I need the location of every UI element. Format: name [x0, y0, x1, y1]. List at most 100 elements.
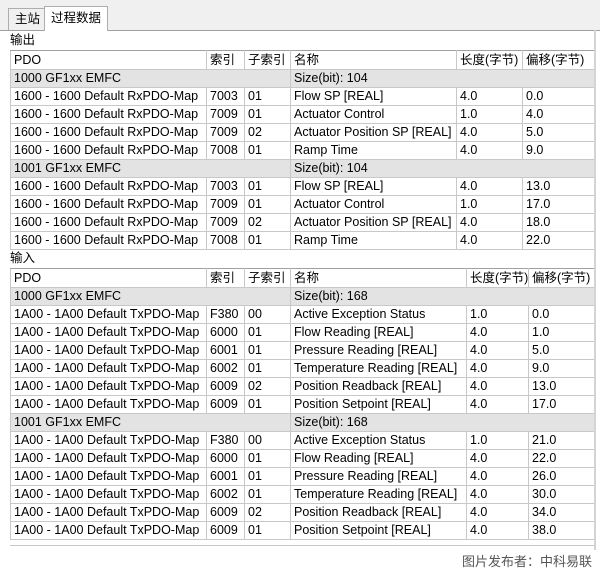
inputs-column-header[interactable]: 偏移(字节) — [528, 268, 595, 288]
offset-cell: 30.0 — [528, 485, 595, 504]
index-cell: 6001 — [206, 467, 245, 486]
table-row[interactable]: 1600 - 1600 Default RxPDO-Map 7009 01 Actua… — [10, 195, 595, 214]
name-cell: Ramp Time — [290, 231, 457, 250]
inputs-header-row: PDO 索引 子索引 名称 长度(字节) 偏移(字节) — [10, 268, 595, 288]
offset-cell: 0.0 — [528, 305, 595, 324]
length-cell: 4.0 — [456, 87, 523, 106]
length-cell: 4.0 — [466, 323, 529, 342]
group-name: 1000 GF1xx EMFC — [10, 69, 291, 88]
group-row[interactable]: 1001 GF1xx EMFC Size(bit): 168 — [10, 413, 595, 432]
name-cell: Flow Reading [REAL] — [290, 449, 467, 468]
subindex-cell: 01 — [244, 395, 291, 414]
table-row[interactable]: 1600 - 1600 Default RxPDO-Map 7009 02 Actua… — [10, 123, 595, 142]
outputs-column-header[interactable]: 名称 — [290, 50, 457, 70]
index-cell: 7003 — [206, 177, 245, 196]
offset-cell: 5.0 — [528, 341, 595, 360]
subindex-cell: 02 — [244, 377, 291, 396]
table-row[interactable]: 1600 - 1600 Default RxPDO-Map 7003 01 Flow … — [10, 87, 595, 106]
name-cell: Actuator Position SP [REAL] — [290, 123, 457, 142]
table-row[interactable]: 1A00 - 1A00 Default TxPDO-Map 6001 01 Press… — [10, 467, 595, 486]
table-row[interactable]: 1A00 - 1A00 Default TxPDO-Map 6009 02 Posit… — [10, 503, 595, 522]
pdo-cell: 1A00 - 1A00 Default TxPDO-Map — [10, 449, 207, 468]
outputs-column-header[interactable]: 偏移(字节) — [522, 50, 595, 70]
name-cell: Flow Reading [REAL] — [290, 323, 467, 342]
length-cell: 4.0 — [456, 213, 523, 232]
pdo-cell: 1A00 - 1A00 Default TxPDO-Map — [10, 431, 207, 450]
inputs-table: PDO 索引 子索引 名称 长度(字节) 偏移(字节) 1000 GF1xx EMFC Si… — [10, 268, 595, 540]
index-cell: 6000 — [206, 449, 245, 468]
pdo-cell: 1600 - 1600 Default RxPDO-Map — [10, 195, 207, 214]
tab-master[interactable]: 主站 — [8, 8, 48, 30]
inputs-column-header[interactable]: 长度(字节) — [466, 268, 529, 288]
length-cell: 4.0 — [466, 377, 529, 396]
pdo-cell: 1A00 - 1A00 Default TxPDO-Map — [10, 395, 207, 414]
subindex-cell: 00 — [244, 305, 291, 324]
length-cell: 1.0 — [466, 305, 529, 324]
table-row[interactable]: 1600 - 1600 Default RxPDO-Map 7009 01 Actua… — [10, 105, 595, 124]
outputs-column-header[interactable]: 长度(字节) — [456, 50, 523, 70]
pdo-cell: 1A00 - 1A00 Default TxPDO-Map — [10, 341, 207, 360]
index-cell: F380 — [206, 431, 245, 450]
group-row[interactable]: 1000 GF1xx EMFC Size(bit): 168 — [10, 287, 595, 306]
table-row[interactable]: 1A00 - 1A00 Default TxPDO-Map 6009 02 Posit… — [10, 377, 595, 396]
pdo-cell: 1600 - 1600 Default RxPDO-Map — [10, 213, 207, 232]
bottom-divider — [10, 545, 594, 546]
inputs-column-header[interactable]: PDO — [10, 268, 207, 288]
index-cell: 7009 — [206, 123, 245, 142]
table-row[interactable]: 1A00 - 1A00 Default TxPDO-Map 6002 01 Tempe… — [10, 485, 595, 504]
group-name: 1000 GF1xx EMFC — [10, 287, 291, 306]
vertical-scrollbar[interactable] — [594, 30, 596, 550]
name-cell: Actuator Control — [290, 195, 457, 214]
index-cell: 7009 — [206, 213, 245, 232]
index-cell: 6002 — [206, 485, 245, 504]
tab-process-data[interactable]: 过程数据 — [44, 6, 109, 31]
index-cell: 6009 — [206, 377, 245, 396]
offset-cell: 1.0 — [528, 323, 595, 342]
group-row[interactable]: 1000 GF1xx EMFC Size(bit): 104 — [10, 69, 595, 88]
name-cell: Flow SP [REAL] — [290, 177, 457, 196]
pdo-cell: 1600 - 1600 Default RxPDO-Map — [10, 105, 207, 124]
length-cell: 1.0 — [456, 195, 523, 214]
table-row[interactable]: 1A00 - 1A00 Default TxPDO-Map 6001 01 Press… — [10, 341, 595, 360]
pdo-cell: 1600 - 1600 Default RxPDO-Map — [10, 177, 207, 196]
table-row[interactable]: 1A00 - 1A00 Default TxPDO-Map 6002 01 Tempe… — [10, 359, 595, 378]
table-row[interactable]: 1A00 - 1A00 Default TxPDO-Map 6000 01 Flow … — [10, 449, 595, 468]
group-row[interactable]: 1001 GF1xx EMFC Size(bit): 104 — [10, 159, 595, 178]
name-cell: Flow SP [REAL] — [290, 87, 457, 106]
offset-cell: 9.0 — [522, 141, 595, 160]
length-cell: 4.0 — [466, 449, 529, 468]
offset-cell: 9.0 — [528, 359, 595, 378]
table-row[interactable]: 1A00 - 1A00 Default TxPDO-Map 6009 01 Posit… — [10, 521, 595, 540]
group-size: Size(bit): 168 — [290, 413, 595, 432]
inputs-column-header[interactable]: 子索引 — [244, 268, 291, 288]
group-size: Size(bit): 104 — [290, 69, 595, 88]
length-cell: 4.0 — [466, 395, 529, 414]
table-row[interactable]: 1A00 - 1A00 Default TxPDO-Map 6000 01 Flow … — [10, 323, 595, 342]
inputs-label: 输入 — [10, 251, 36, 265]
group-name: 1001 GF1xx EMFC — [10, 159, 291, 178]
subindex-cell: 01 — [244, 141, 291, 160]
outputs-column-header[interactable]: 子索引 — [244, 50, 291, 70]
group-size: Size(bit): 104 — [290, 159, 595, 178]
watermark: 图片发布者：中科易联 — [461, 554, 592, 569]
outputs-column-header[interactable]: PDO — [10, 50, 207, 70]
table-row[interactable]: 1A00 - 1A00 Default TxPDO-Map F380 00 Activ… — [10, 431, 595, 450]
pdo-cell: 1A00 - 1A00 Default TxPDO-Map — [10, 485, 207, 504]
pdo-cell: 1600 - 1600 Default RxPDO-Map — [10, 141, 207, 160]
table-row[interactable]: 1A00 - 1A00 Default TxPDO-Map F380 00 Activ… — [10, 305, 595, 324]
outputs-column-header[interactable]: 索引 — [206, 50, 245, 70]
name-cell: Temperature Reading [REAL] — [290, 359, 467, 378]
inputs-column-header[interactable]: 索引 — [206, 268, 245, 288]
table-row[interactable]: 1600 - 1600 Default RxPDO-Map 7008 01 Ramp … — [10, 141, 595, 160]
outputs-label: 输出 — [10, 33, 36, 47]
table-row[interactable]: 1600 - 1600 Default RxPDO-Map 7009 02 Actua… — [10, 213, 595, 232]
offset-cell: 21.0 — [528, 431, 595, 450]
index-cell: 7003 — [206, 87, 245, 106]
inputs-column-header[interactable]: 名称 — [290, 268, 467, 288]
offset-cell: 22.0 — [522, 231, 595, 250]
table-row[interactable]: 1600 - 1600 Default RxPDO-Map 7003 01 Flow … — [10, 177, 595, 196]
index-cell: 6009 — [206, 521, 245, 540]
table-row[interactable]: 1600 - 1600 Default RxPDO-Map 7008 01 Ramp … — [10, 231, 595, 250]
table-row[interactable]: 1A00 - 1A00 Default TxPDO-Map 6009 01 Posit… — [10, 395, 595, 414]
subindex-cell: 01 — [244, 177, 291, 196]
